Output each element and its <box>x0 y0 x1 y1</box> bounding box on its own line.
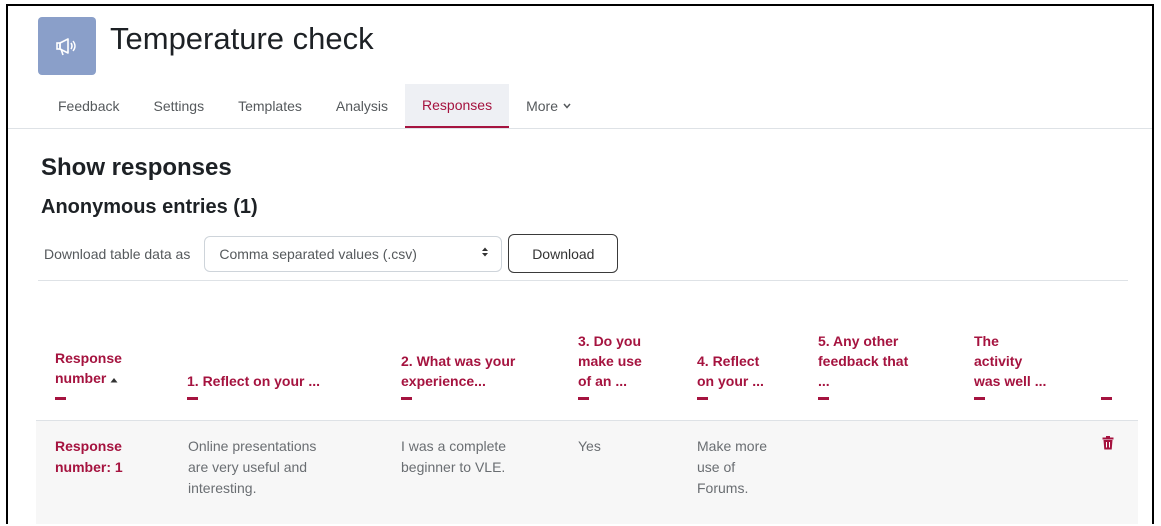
secondary-navigation: Feedback Settings Templates Analysis Res… <box>46 84 588 128</box>
column-header-response-number[interactable]: Response number <box>55 348 122 400</box>
column-header-q4[interactable]: 4. Reflect on your ... <box>697 351 764 400</box>
show-responses-heading: Show responses <box>41 154 232 181</box>
cell-q2: I was a complete beginner to VLE. <box>401 436 506 478</box>
tab-templates[interactable]: Templates <box>221 84 319 128</box>
download-format-select[interactable]: Comma separated values (.csv) <box>204 235 503 272</box>
column-header-q1[interactable]: 1. Reflect on your ... <box>187 371 320 400</box>
column-header-line: activity <box>974 353 1023 369</box>
tabs-divider <box>8 128 1152 129</box>
column-header-line: 1. Reflect on your ... <box>187 373 321 389</box>
column-header-line: experience... <box>401 373 486 389</box>
cell-line: I was a complete <box>401 438 507 454</box>
page-header: Temperature check <box>38 17 374 75</box>
cell-line: Response <box>55 438 122 454</box>
column-header-line: feedback that <box>818 353 909 369</box>
column-header-line: Response <box>55 350 122 366</box>
tab-more-label: More <box>526 98 558 114</box>
collapse-column-icon[interactable] <box>401 397 412 400</box>
column-header-actions[interactable] <box>1101 391 1112 400</box>
tab-more[interactable]: More <box>509 84 588 128</box>
column-header-line: 5. Any other <box>818 333 899 349</box>
column-header-q6[interactable]: The activity was well ... <box>974 331 1046 400</box>
collapse-column-icon[interactable] <box>697 397 708 400</box>
column-header-q3[interactable]: 3. Do you make use of an ... <box>578 331 642 400</box>
trash-icon[interactable] <box>1102 436 1114 455</box>
download-format-value: Comma separated values (.csv) <box>219 245 417 262</box>
page-frame: Temperature check Feedback Settings Temp… <box>6 4 1154 524</box>
megaphone-icon <box>38 17 96 75</box>
column-header-q5[interactable]: 5. Any other feedback that ... <box>818 331 908 400</box>
collapse-column-icon[interactable] <box>55 397 66 400</box>
download-button[interactable]: Download <box>508 234 619 273</box>
sort-ascending-icon <box>110 375 118 386</box>
column-header-line: on your ... <box>697 373 764 389</box>
column-header-line: ... <box>818 373 830 389</box>
cell-line: are very useful and <box>188 459 308 475</box>
column-header-line: was well ... <box>974 373 1047 389</box>
collapse-column-icon[interactable] <box>1101 397 1112 400</box>
anonymous-entries-heading: Anonymous entries (1) <box>41 196 258 218</box>
collapse-column-icon[interactable] <box>578 397 589 400</box>
page-title: Temperature check <box>110 21 374 56</box>
cell-line: Forums. <box>697 480 749 496</box>
cell-line: Online presentations <box>188 438 317 454</box>
cell-line: Yes <box>578 438 601 454</box>
column-header-line: 2. What was your <box>401 353 516 369</box>
download-row: Download table data as Comma separated v… <box>44 234 619 273</box>
table-header: Response number 1. Reflect on your ... 2… <box>8 280 1152 420</box>
download-label: Download table data as <box>44 245 191 262</box>
select-arrows-icon <box>481 246 489 261</box>
collapse-column-icon[interactable] <box>187 397 198 400</box>
tab-feedback[interactable]: Feedback <box>46 84 136 128</box>
tab-settings[interactable]: Settings <box>136 84 221 128</box>
cell-line: Make more <box>697 438 768 454</box>
cell-q4: Make more use of Forums. <box>697 436 767 499</box>
cell-line: beginner to VLE. <box>401 459 506 475</box>
column-header-line: make use <box>578 353 642 369</box>
cell-q3: Yes <box>578 436 601 457</box>
cell-line: use of <box>697 459 736 475</box>
collapse-column-icon[interactable] <box>974 397 985 400</box>
column-header-line: 4. Reflect <box>697 353 760 369</box>
column-header-line: number <box>55 370 107 386</box>
column-header-line: of an ... <box>578 373 627 389</box>
collapse-column-icon[interactable] <box>818 397 829 400</box>
tab-analysis[interactable]: Analysis <box>319 84 405 128</box>
cell-line: number: 1 <box>55 459 123 475</box>
cell-q1: Online presentations are very useful and… <box>188 436 316 499</box>
column-header-q2[interactable]: 2. What was your experience... <box>401 351 515 400</box>
column-header-line: The <box>974 333 999 349</box>
column-header-line: 3. Do you <box>578 333 642 349</box>
cell-line: interesting. <box>188 480 257 496</box>
tab-responses[interactable]: Responses <box>405 84 510 128</box>
response-number-link[interactable]: Response number: 1 <box>55 436 123 478</box>
chevron-down-icon <box>563 101 571 112</box>
